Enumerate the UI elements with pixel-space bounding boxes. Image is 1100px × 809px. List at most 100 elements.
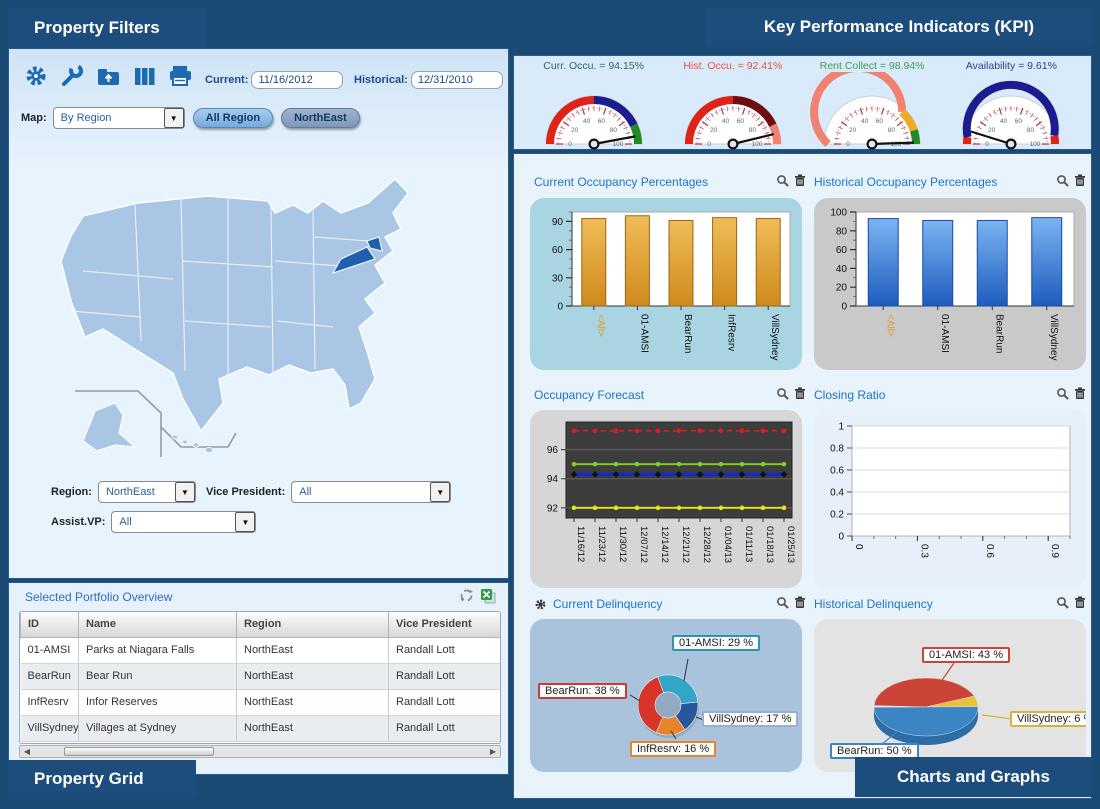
current-date-input[interactable]: 11/16/2012 xyxy=(251,71,343,89)
svg-text:40: 40 xyxy=(836,264,848,275)
export-image-icon[interactable] xyxy=(95,63,122,89)
chevron-down-icon[interactable]: ▼ xyxy=(175,482,195,502)
col-header-vp[interactable]: Vice President xyxy=(389,612,502,637)
magnifier-icon[interactable] xyxy=(1056,174,1069,190)
columns-icon[interactable] xyxy=(131,63,158,89)
charts-graphs-banner-label: Charts and Graphs xyxy=(897,767,1050,787)
current-occupancy-chart[interactable]: 0306090<All>01-AMSIBearRunInfResrvVillSy… xyxy=(530,198,802,370)
northeast-button[interactable]: NorthEast xyxy=(281,108,360,128)
table-row[interactable]: 01-AMSIParks at Niagara FallsNorthEastRa… xyxy=(21,637,502,663)
svg-text:BearRun: BearRun xyxy=(682,314,693,353)
filters-toolbar xyxy=(23,63,194,89)
svg-text:40: 40 xyxy=(1000,118,1008,125)
assist-vp-filter-row: Assist.VP: All ▼ xyxy=(51,511,256,533)
svg-text:0.6: 0.6 xyxy=(984,544,995,558)
all-region-button[interactable]: All Region xyxy=(193,108,273,128)
excel-export-icon[interactable] xyxy=(480,588,496,607)
table-row[interactable]: VillSydneyVillages at SydneyNorthEastRan… xyxy=(21,715,502,741)
trash-icon[interactable] xyxy=(1074,387,1086,403)
magnifier-icon[interactable] xyxy=(776,387,789,403)
wrench-icon[interactable] xyxy=(59,63,86,89)
gauge-label: Availability = 9.61% xyxy=(966,60,1057,72)
svg-text:0: 0 xyxy=(838,532,844,543)
svg-text:01/11/13: 01/11/13 xyxy=(743,526,754,562)
table-row[interactable]: InfResrvInfor ReservesNorthEastRandall L… xyxy=(21,689,502,715)
svg-text:<All>: <All> xyxy=(595,314,606,337)
pie-slice-label: 01-AMSI: 29 % xyxy=(672,635,760,651)
chevron-down-icon[interactable]: ▼ xyxy=(430,482,450,502)
trash-icon[interactable] xyxy=(794,596,806,612)
trash-icon[interactable] xyxy=(1074,596,1086,612)
vice-president-select[interactable]: All ▼ xyxy=(291,481,451,503)
svg-text:20: 20 xyxy=(571,127,579,134)
svg-text:40: 40 xyxy=(722,118,730,125)
historical-date-input[interactable]: 12/31/2010 xyxy=(411,71,503,89)
svg-text:BearRun: BearRun xyxy=(993,314,1004,353)
col-header-id[interactable]: ID xyxy=(21,612,79,637)
trash-icon[interactable] xyxy=(1074,174,1086,190)
chart-title-historical-occupancy: Historical Occupancy Percentages xyxy=(814,174,1086,190)
closing-ratio-chart[interactable]: 00.20.40.60.8100.30.60.9 xyxy=(814,410,1086,588)
table-cell: Bear Run xyxy=(79,663,237,689)
svg-text:20: 20 xyxy=(710,127,718,134)
col-header-name[interactable]: Name xyxy=(79,612,237,637)
svg-text:0: 0 xyxy=(853,544,864,550)
svg-text:InfResrv: InfResrv xyxy=(726,314,737,351)
table-cell: NorthEast xyxy=(237,689,389,715)
svg-text:30: 30 xyxy=(552,273,564,284)
region-label: Region: xyxy=(51,486,92,498)
property-filters-banner-label: Property Filters xyxy=(34,18,160,38)
col-header-region[interactable]: Region xyxy=(237,612,389,637)
scrollbar-thumb[interactable] xyxy=(64,747,214,756)
svg-text:12/07/12: 12/07/12 xyxy=(638,526,649,563)
svg-text:60: 60 xyxy=(876,118,884,125)
historical-delinquency-chart[interactable]: 01-AMSI: 43 %VillSydney: 6 %BearRun: 50 … xyxy=(814,619,1086,772)
gauge-label: Hist. Occu. = 92.41% xyxy=(683,60,782,72)
table-cell: Villages at Sydney xyxy=(79,715,237,741)
assist-vp-select[interactable]: All ▼ xyxy=(111,511,256,533)
us-map[interactable] xyxy=(23,141,497,471)
table-cell: InfResrv xyxy=(21,689,79,715)
portfolio-table: ID Name Region Vice President 01-AMSIPar… xyxy=(19,611,501,744)
svg-text:<All>: <All> xyxy=(884,314,895,337)
svg-text:20: 20 xyxy=(988,127,996,134)
map-mode-select[interactable]: By Region ▼ xyxy=(53,107,185,129)
refresh-icon[interactable] xyxy=(459,588,474,607)
table-header-row: ID Name Region Vice President xyxy=(21,612,502,637)
table-row[interactable]: BearRunBear RunNorthEastRandall Lott xyxy=(21,663,502,689)
table-cell: NorthEast xyxy=(237,637,389,663)
trash-icon[interactable] xyxy=(794,174,806,190)
magnifier-icon[interactable] xyxy=(776,174,789,190)
svg-text:0: 0 xyxy=(568,141,572,148)
scroll-left-arrow[interactable]: ◀ xyxy=(20,746,34,757)
magnifier-icon[interactable] xyxy=(776,596,789,612)
scroll-right-arrow[interactable]: ▶ xyxy=(486,746,500,757)
pie-slice-label: 01-AMSI: 43 % xyxy=(922,647,1010,663)
horizontal-scrollbar: ◀ ▶ xyxy=(19,745,501,758)
chevron-down-icon[interactable]: ▼ xyxy=(164,108,184,128)
svg-text:01/04/13: 01/04/13 xyxy=(722,526,733,563)
region-select[interactable]: NorthEast ▼ xyxy=(98,481,196,503)
svg-text:90: 90 xyxy=(552,217,564,228)
property-filters-panel: Current: 11/16/2012 Historical: 12/31/20… xyxy=(8,48,509,579)
table-cell: Randall Lott xyxy=(389,637,502,663)
gear-icon[interactable] xyxy=(534,598,547,611)
trash-icon[interactable] xyxy=(794,387,806,403)
magnifier-icon[interactable] xyxy=(1056,596,1069,612)
table-cell: BearRun xyxy=(21,663,79,689)
svg-text:80: 80 xyxy=(1027,127,1035,134)
kpi-banner: Key Performance Indicators (KPI) xyxy=(706,8,1092,46)
chevron-down-icon[interactable]: ▼ xyxy=(235,512,255,532)
magnifier-icon[interactable] xyxy=(1056,387,1069,403)
current-date-label: Current: xyxy=(205,74,248,86)
svg-text:0.6: 0.6 xyxy=(830,466,844,477)
svg-text:01/25/13: 01/25/13 xyxy=(785,526,796,563)
current-delinquency-chart[interactable]: 01-AMSI: 29 %VillSydney: 17 %InfResrv: 1… xyxy=(530,619,802,772)
gear-icon[interactable] xyxy=(23,63,50,89)
current-date-group: Current: 11/16/2012 xyxy=(205,71,343,89)
svg-text:1: 1 xyxy=(838,422,844,433)
occupancy-forecast-chart[interactable]: 92949611/16/1211/23/1211/30/1212/07/1212… xyxy=(530,410,802,588)
svg-text:60: 60 xyxy=(836,245,848,256)
print-icon[interactable] xyxy=(167,63,194,89)
historical-occupancy-chart[interactable]: 020406080100<All>01-AMSIBearRunVillSydne… xyxy=(814,198,1086,370)
